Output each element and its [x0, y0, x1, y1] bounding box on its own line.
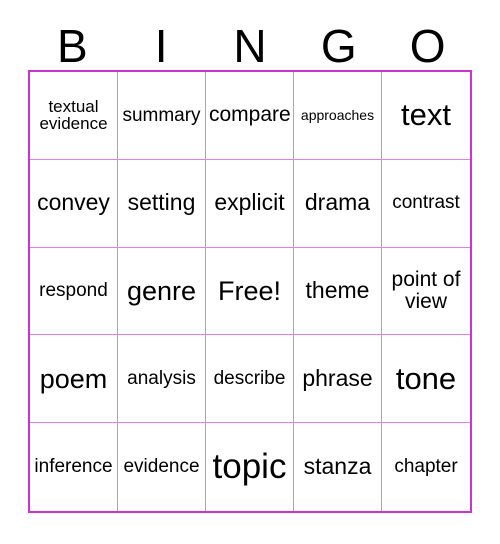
bingo-cell-label: analysis [127, 367, 196, 389]
bingo-cell-label: inference [34, 456, 113, 478]
bingo-cell[interactable]: approaches [294, 72, 382, 160]
bingo-cell[interactable]: drama [294, 159, 382, 248]
bingo-cell-label: contrast [392, 192, 460, 214]
header-letter-i: I [154, 20, 168, 72]
bingo-cell-label: summary [122, 104, 201, 126]
bingo-cell[interactable]: point of view [382, 247, 470, 336]
bingo-cell[interactable]: convey [30, 159, 118, 248]
bingo-cell[interactable]: evidence [118, 423, 206, 511]
bingo-grid: textual evidence summary compare approaches… [28, 70, 472, 513]
bingo-cell-label: text [401, 97, 451, 133]
bingo-cell[interactable]: text [382, 72, 470, 160]
bingo-cell[interactable]: describe [206, 335, 294, 424]
bingo-cell[interactable]: theme [294, 247, 382, 336]
bingo-cell-label: chapter [394, 456, 458, 478]
bingo-cell-label: poem [39, 363, 108, 394]
bingo-cell[interactable]: genre [118, 247, 206, 336]
bingo-cell-label: compare [209, 103, 291, 127]
bingo-cell-label: drama [304, 189, 371, 216]
bingo-cell-label: textual evidence [39, 96, 108, 134]
bingo-cell[interactable]: respond [30, 247, 118, 336]
bingo-cell[interactable]: compare [206, 72, 294, 160]
bingo-cell[interactable]: poem [30, 335, 118, 424]
bingo-cell[interactable]: phrase [294, 335, 382, 424]
header-letter-b: B [57, 20, 88, 72]
bingo-cell-label: convey [37, 189, 110, 216]
bingo-cell-label: setting [127, 189, 196, 216]
bingo-cell-label: approaches [300, 107, 375, 124]
bingo-cell[interactable]: contrast [382, 159, 470, 248]
header-letter-o: O [409, 20, 446, 72]
bingo-header: B I N G O [28, 22, 472, 70]
bingo-cell[interactable]: Free! [206, 247, 294, 336]
bingo-cell[interactable]: analysis [118, 335, 206, 424]
bingo-cell-label: phrase [302, 364, 373, 391]
bingo-cell-label: topic [212, 446, 287, 486]
bingo-cell-label: evidence [123, 456, 200, 478]
bingo-cell[interactable]: textual evidence [30, 72, 118, 160]
bingo-cell[interactable]: topic [206, 423, 294, 511]
bingo-cell[interactable]: inference [30, 423, 118, 511]
bingo-card: B I N G O textual evidence summary compare… [0, 0, 500, 544]
bingo-cell-label: tone [395, 360, 457, 396]
bingo-cell-label: Free! [217, 275, 282, 306]
bingo-cell[interactable]: tone [382, 335, 470, 424]
bingo-cell-label: theme [305, 277, 370, 304]
bingo-cell-label: respond [39, 280, 108, 302]
bingo-cell-label: explicit [214, 189, 285, 216]
bingo-cell[interactable]: chapter [382, 423, 470, 511]
bingo-cell-label: genre [126, 275, 197, 306]
header-letter-g: G [320, 20, 357, 72]
bingo-cell-label: stanza [303, 453, 372, 480]
bingo-cell[interactable]: stanza [294, 423, 382, 511]
bingo-cell[interactable]: explicit [206, 159, 294, 248]
bingo-cell[interactable]: summary [118, 72, 206, 160]
bingo-cell-label: describe [213, 367, 286, 389]
bingo-cell[interactable]: setting [118, 159, 206, 248]
bingo-cell-label: point of view [391, 268, 461, 313]
header-letter-n: N [233, 20, 267, 72]
